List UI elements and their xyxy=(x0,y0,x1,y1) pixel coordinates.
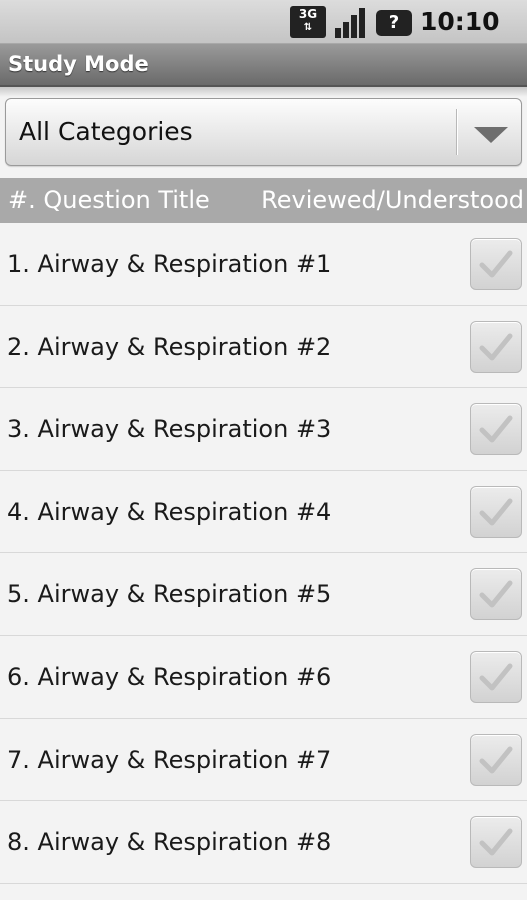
check-icon xyxy=(479,498,513,526)
reviewed-checkbox[interactable] xyxy=(470,568,522,621)
network-3g-icon: 3G ⇅ xyxy=(290,6,326,38)
check-icon xyxy=(479,746,513,774)
question-title: 7. Airway & Respiration #7 xyxy=(7,745,332,774)
check-icon xyxy=(479,250,513,278)
category-dropdown[interactable]: All Categories xyxy=(5,98,522,166)
question-list: 1. Airway & Respiration #1 2. Airway & R… xyxy=(0,223,527,884)
question-title: 1. Airway & Respiration #1 xyxy=(7,250,332,278)
title-bar: Study Mode xyxy=(0,44,527,87)
column-header-question-title: #. Question Title xyxy=(8,186,210,214)
reviewed-checkbox[interactable] xyxy=(470,238,522,290)
list-item[interactable]: 6. Airway & Respiration #6 xyxy=(0,635,527,719)
question-title: 8. Airway & Respiration #8 xyxy=(7,828,332,857)
reviewed-checkbox[interactable] xyxy=(470,650,522,703)
list-item[interactable]: 7. Airway & Respiration #7 xyxy=(0,718,527,802)
list-item[interactable]: 4. Airway & Respiration #4 xyxy=(0,470,527,554)
list-item[interactable]: 1. Airway & Respiration #1 xyxy=(0,223,527,306)
list-header: #. Question Title Reviewed/Understood xyxy=(0,178,527,223)
clock: 10:10 AM xyxy=(420,6,527,67)
list-item[interactable]: 2. Airway & Respiration #2 xyxy=(0,305,527,389)
clock-time: 10:10 xyxy=(420,7,500,36)
check-icon xyxy=(479,663,513,691)
list-item[interactable]: 3. Airway & Respiration #3 xyxy=(0,388,527,471)
title-bar-shadow xyxy=(0,87,527,97)
question-title: 3. Airway & Respiration #3 xyxy=(7,415,332,444)
network-type-label: 3G xyxy=(298,7,318,21)
unknown-notification-icon: ? xyxy=(376,10,412,36)
check-icon xyxy=(479,333,513,361)
reviewed-checkbox[interactable] xyxy=(470,733,522,786)
check-icon xyxy=(479,580,513,608)
chevron-down-icon xyxy=(474,127,508,143)
check-icon xyxy=(479,415,513,443)
signal-strength-icon xyxy=(333,6,369,38)
reviewed-checkbox[interactable] xyxy=(470,320,522,373)
question-title: 5. Airway & Respiration #5 xyxy=(7,580,332,609)
column-header-reviewed: Reviewed/Understood xyxy=(261,186,524,214)
reviewed-checkbox[interactable] xyxy=(470,403,522,456)
question-title: 4. Airway & Respiration #4 xyxy=(7,497,332,526)
question-title: 6. Airway & Respiration #6 xyxy=(7,662,332,691)
reviewed-checkbox[interactable] xyxy=(470,485,522,538)
list-item[interactable]: 5. Airway & Respiration #5 xyxy=(0,553,527,636)
reviewed-checkbox[interactable] xyxy=(470,816,522,869)
page-title: Study Mode xyxy=(8,52,149,76)
list-item[interactable]: 8. Airway & Respiration #8 xyxy=(0,801,527,884)
check-icon xyxy=(479,828,513,856)
data-arrows-icon: ⇅ xyxy=(303,22,313,33)
status-bar: 3G ⇅ ? 10:10 AM xyxy=(0,0,527,67)
question-title: 2. Airway & Respiration #2 xyxy=(7,332,332,361)
category-dropdown-value: All Categories xyxy=(19,117,193,146)
dropdown-divider xyxy=(456,109,457,155)
